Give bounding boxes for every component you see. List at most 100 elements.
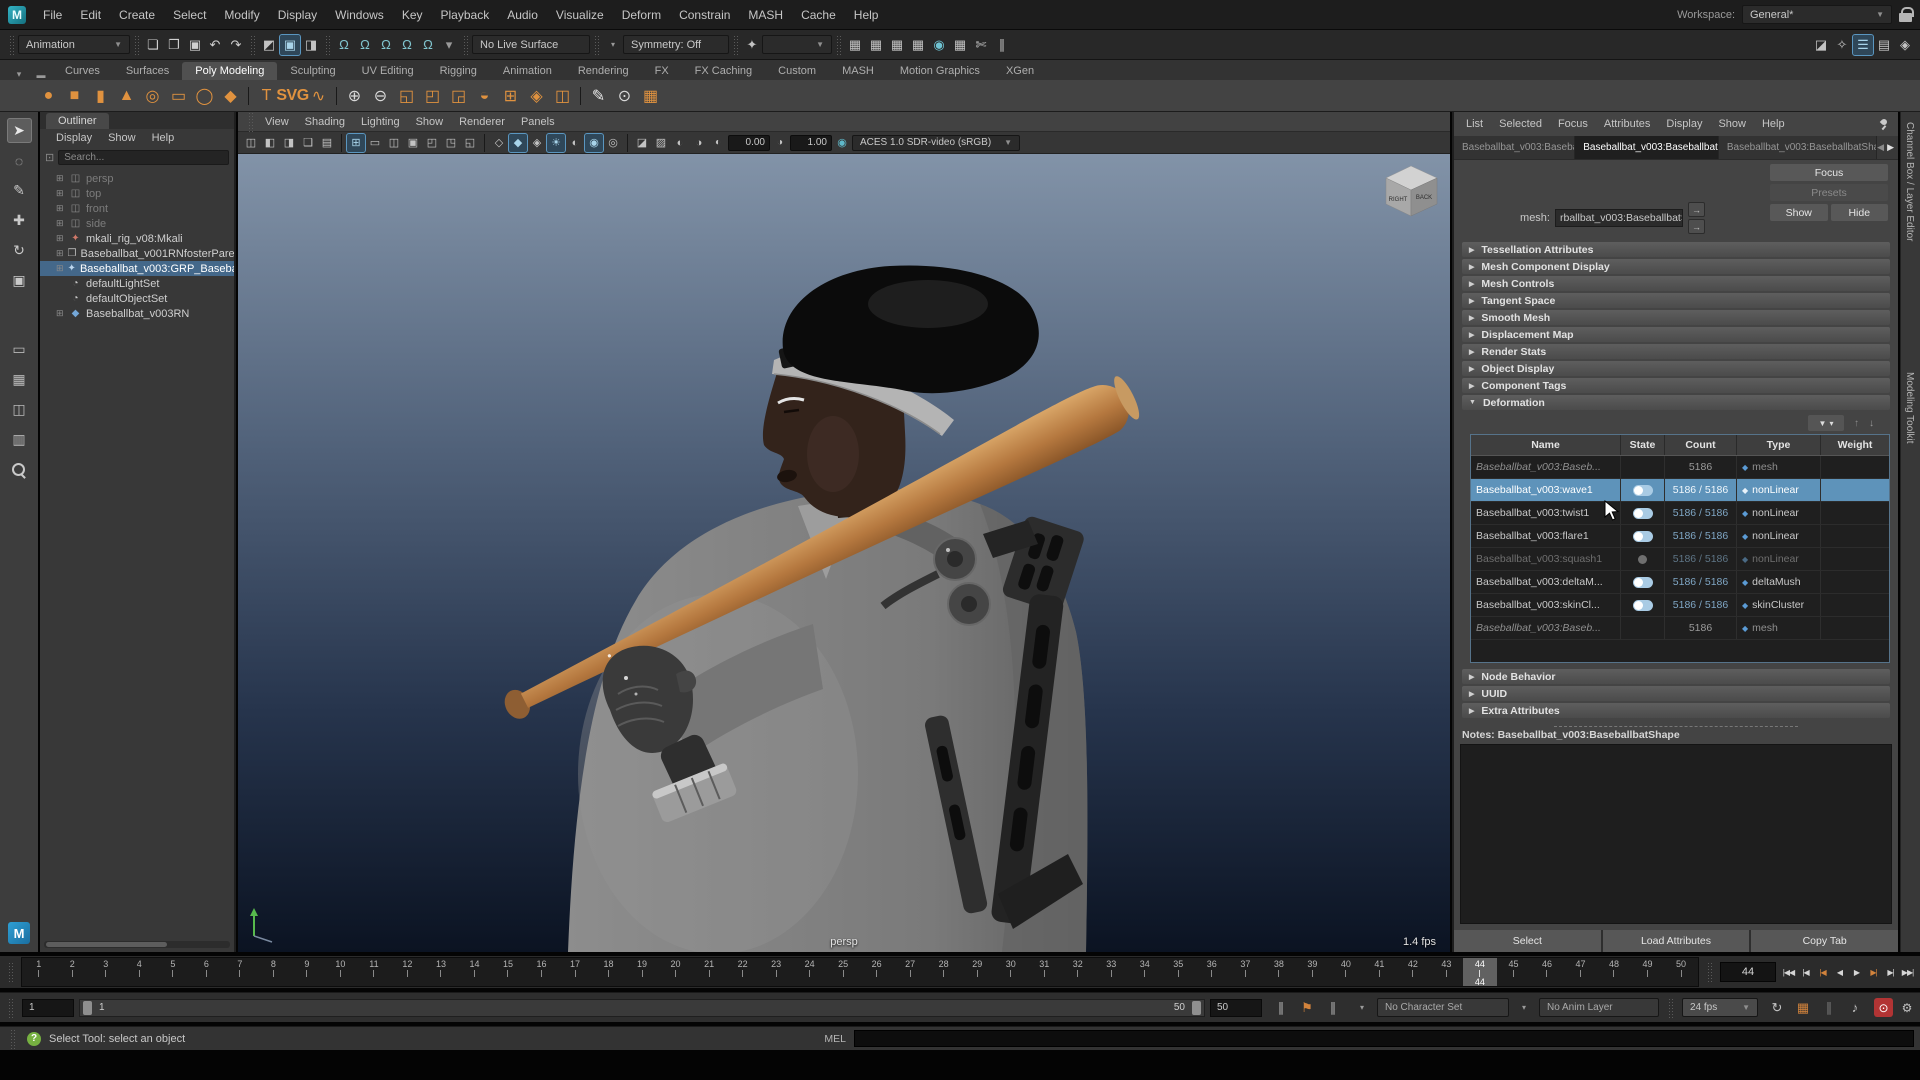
character-controls-icon[interactable]: ✧ — [1832, 35, 1852, 55]
poly-cylinder-icon[interactable]: ▮ — [88, 83, 113, 108]
copy-tab-button[interactable]: Copy Tab — [1751, 930, 1898, 952]
lock-camera-icon[interactable]: ◧ — [261, 134, 279, 152]
open-render-view-icon[interactable]: ▦ — [845, 35, 865, 55]
time-editor-icon[interactable]: ▦ — [1793, 998, 1813, 1018]
menu-edit[interactable]: Edit — [71, 5, 110, 25]
menu-display[interactable]: Display — [269, 5, 326, 25]
safe-action-icon[interactable]: ◳ — [442, 134, 460, 152]
play-backwards-button[interactable]: ◀ — [1831, 961, 1848, 983]
menu-help[interactable]: Help — [144, 130, 183, 146]
drag-grip[interactable] — [594, 35, 599, 55]
outliner-item-baseballbat-v001rnfosterparent1[interactable]: ⊞❒Baseballbat_v001RNfosterParent1 — [40, 246, 234, 261]
attribute-editor-tab-baseballbat-v003-baseballbat[interactable]: Baseballbat_v003:Baseballbat — [1454, 136, 1575, 159]
poly-disc-icon[interactable]: ◯ — [192, 83, 217, 108]
redo-icon[interactable]: ↷ — [226, 35, 246, 55]
snap-to-view-planes-icon[interactable]: Ω — [418, 35, 438, 55]
section-uuid[interactable]: ▶UUID — [1462, 686, 1890, 701]
state-toggle[interactable] — [1633, 531, 1653, 542]
timeline-frame-37[interactable]: 37 — [1229, 958, 1263, 986]
mesh-name-field[interactable]: rballbat_v003:BaseballbatShape — [1555, 209, 1683, 227]
drag-grip[interactable] — [10, 1029, 15, 1049]
sweep-mesh-icon[interactable]: ∿ — [306, 83, 331, 108]
timeline-frame-29[interactable]: 29 — [960, 958, 994, 986]
menu-show[interactable]: Show — [100, 130, 144, 146]
expand-icon[interactable]: ⊞ — [56, 188, 65, 199]
drag-grip[interactable] — [325, 35, 330, 55]
workspace-lock-icon[interactable] — [1899, 7, 1912, 22]
drag-grip[interactable] — [1707, 962, 1712, 982]
select-by-name-icon[interactable]: ⊡ — [45, 151, 54, 164]
timeline-ruler[interactable]: 1234567891011121314151617181920212223242… — [21, 957, 1699, 987]
pin-icon[interactable] — [1876, 117, 1890, 131]
outliner-item-front[interactable]: ⊞◫front — [40, 201, 234, 216]
exposure-icon[interactable]: ◐ — [671, 134, 689, 152]
expand-icon[interactable]: ⊞ — [56, 173, 65, 184]
menu-create[interactable]: Create — [110, 5, 164, 25]
shelf-tab-sculpting[interactable]: Sculpting — [277, 62, 348, 80]
expand-icon[interactable]: ⊞ — [56, 203, 65, 214]
auto-keyframe-button[interactable]: ⊙ — [1874, 998, 1893, 1017]
load-attributes-button[interactable]: Load Attributes — [1603, 930, 1750, 952]
column-header-name[interactable]: Name — [1471, 435, 1621, 455]
expand-icon[interactable]: ⊞ — [56, 248, 64, 259]
timeline-frame-32[interactable]: 32 — [1061, 958, 1095, 986]
open-scene-icon[interactable]: ❐ — [164, 35, 184, 55]
deformer-row-baseballbat-v003-deltam[interactable]: Baseballbat_v003:deltaM...5186 / 5186◆de… — [1471, 571, 1889, 594]
menu-constrain[interactable]: Constrain — [670, 5, 739, 25]
section-displacement-map[interactable]: ▶Displacement Map — [1462, 327, 1890, 342]
drag-grip[interactable] — [134, 35, 139, 55]
animation-end-field[interactable]: 50 — [1210, 999, 1262, 1017]
shelf-tab-custom[interactable]: Custom — [765, 62, 829, 80]
drag-grip[interactable] — [463, 35, 468, 55]
notes-splitter[interactable] — [1554, 726, 1798, 727]
state-toggle[interactable] — [1633, 554, 1653, 565]
timeline-frame-11[interactable]: 11 — [357, 958, 391, 986]
step-back-frame-button[interactable]: |◀ — [1797, 961, 1814, 983]
shelf-tab-rendering[interactable]: Rendering — [565, 62, 642, 80]
snap-options-chevron-icon[interactable]: ▾ — [439, 35, 459, 55]
tab-scroll-right-icon[interactable]: ▶ — [1887, 142, 1894, 153]
wireframe-icon[interactable]: ◇ — [490, 134, 508, 152]
select-hierarchy-icon[interactable]: ◩ — [259, 35, 279, 55]
outliner-item-baseballbat-v003rn[interactable]: ⊞◆Baseballbat_v003RN — [40, 306, 234, 321]
shadows-icon[interactable]: ◐ — [566, 134, 584, 152]
timeline-frame-39[interactable]: 39 — [1296, 958, 1330, 986]
menu-audio[interactable]: Audio — [498, 5, 547, 25]
current-character-icon[interactable]: ✦ — [742, 35, 762, 55]
target-weld-icon[interactable]: ⊙ — [612, 83, 637, 108]
menu-playback[interactable]: Playback — [432, 5, 499, 25]
range-end-handle[interactable] — [1192, 1001, 1201, 1015]
render-settings-icon[interactable]: ▦ — [950, 35, 970, 55]
section-render-stats[interactable]: ▶Render Stats — [1462, 344, 1890, 359]
go-to-start-button[interactable]: |◀◀ — [1780, 961, 1797, 983]
grid-icon[interactable]: ⊞ — [347, 134, 365, 152]
boolean-difference-icon[interactable]: ◰ — [420, 83, 445, 108]
camera-attributes-icon[interactable]: ◨ — [280, 134, 298, 152]
timeline-frame-9[interactable]: 9 — [290, 958, 324, 986]
shelf-tab-fx-caching[interactable]: FX Caching — [682, 62, 765, 80]
state-toggle[interactable] — [1633, 508, 1653, 519]
isolate-select-icon[interactable]: ◪ — [633, 134, 651, 152]
shelf-tab-rigging[interactable]: Rigging — [427, 62, 490, 80]
move-tool-icon[interactable]: ✚ — [7, 208, 32, 233]
timeline-frame-48[interactable]: 48 — [1597, 958, 1631, 986]
boolean-union-icon[interactable]: ◱ — [394, 83, 419, 108]
safe-title-icon[interactable]: ◱ — [461, 134, 479, 152]
timeline-frame-31[interactable]: 31 — [1027, 958, 1061, 986]
rotate-tool-icon[interactable]: ↻ — [7, 238, 32, 263]
modeling-toolkit-icon[interactable]: ◪ — [1811, 35, 1831, 55]
timeline-frame-18[interactable]: 18 — [592, 958, 626, 986]
color-management-icon[interactable]: ◉ — [833, 134, 851, 152]
current-frame-field[interactable]: 44 — [1720, 962, 1776, 982]
expand-icon[interactable]: ⊞ — [56, 218, 65, 229]
playback-options-icon[interactable]: ∥ — [1271, 998, 1291, 1018]
animation-preferences-icon[interactable]: ⚙ — [1898, 999, 1916, 1017]
bookmarks-icon[interactable]: ❑ — [299, 134, 317, 152]
timeline-frame-8[interactable]: 8 — [257, 958, 291, 986]
paint-select-tool-icon[interactable]: ✎ — [7, 178, 32, 203]
timeline-frame-3[interactable]: 3 — [89, 958, 123, 986]
hide-button[interactable]: Hide — [1831, 204, 1889, 221]
tab-scroll-left-icon[interactable]: ◀ — [1877, 142, 1884, 153]
deformer-row-baseballbat-v003-twist1[interactable]: Baseballbat_v003:twist15186 / 5186◆nonLi… — [1471, 502, 1889, 525]
hypershade-icon[interactable]: ◉ — [929, 35, 949, 55]
